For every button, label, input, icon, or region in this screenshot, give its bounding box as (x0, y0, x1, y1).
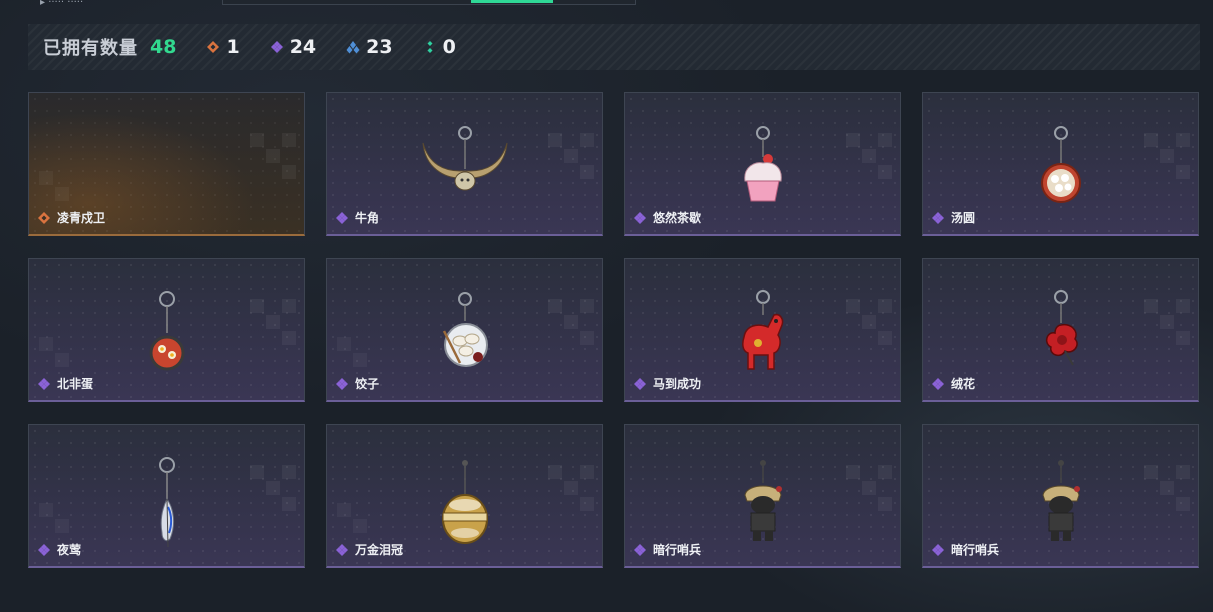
item-card[interactable]: 凌青戍卫 (28, 92, 305, 236)
item-card[interactable]: 北非蛋 (28, 258, 305, 402)
item-label: 凌青戍卫 (37, 209, 105, 226)
item-label: 饺子 (335, 375, 379, 392)
purple-diamond-icon (336, 377, 348, 390)
card-decoration (548, 133, 594, 179)
card-decoration (548, 465, 594, 511)
rarity-stat-blue: 23 (346, 36, 393, 58)
item-label: 牛角 (335, 209, 379, 226)
item-card[interactable]: 夜莺 (28, 424, 305, 568)
item-label: 万金泪冠 (335, 541, 403, 558)
shakshuka-charm-icon (149, 291, 184, 371)
item-label: 暗行哨兵 (633, 541, 701, 558)
card-decoration (1144, 133, 1190, 179)
feather-charm-icon (158, 457, 175, 548)
card-decoration (39, 337, 69, 367)
card-decoration (846, 133, 892, 179)
card-decoration (337, 337, 367, 367)
orange-diamond-icon (38, 211, 50, 224)
orange-diamond-icon (207, 41, 220, 53)
rarity-stat-green: 0 (423, 36, 456, 58)
item-label: 夜莺 (37, 541, 81, 558)
item-name: 北非蛋 (57, 377, 94, 391)
card-decoration (39, 503, 69, 533)
owned-count-label: 已拥有数量 (43, 38, 138, 59)
card-decoration (250, 299, 296, 345)
item-label: 绒花 (931, 375, 975, 392)
card-decoration (1144, 299, 1190, 345)
card-decoration (846, 465, 892, 511)
rarity-count-green: 0 (442, 36, 456, 58)
purple-diamond-icon (932, 377, 944, 390)
rarity-stat-orange: 1 (206, 36, 240, 58)
golden-egg-charm-icon (441, 460, 488, 544)
item-label: 北非蛋 (37, 375, 93, 392)
item-name: 马到成功 (653, 377, 702, 391)
purple-diamond-icon (932, 543, 944, 556)
item-card[interactable]: 万金泪冠 (326, 424, 603, 568)
purple-diamond-icon (270, 41, 283, 53)
velvet-flower-charm-icon (1045, 290, 1078, 366)
item-label: 马到成功 (633, 375, 701, 392)
card-decoration (1144, 465, 1190, 511)
rarity-count-orange: 1 (226, 36, 240, 58)
soldier-charm-icon (743, 460, 782, 541)
rarity-stat-purple: 24 (270, 36, 316, 58)
rarity-count-blue: 23 (366, 36, 393, 58)
item-label: 汤圆 (931, 209, 975, 226)
horn-charm-icon (422, 126, 507, 191)
purple-diamond-icon (38, 377, 50, 390)
purple-diamond-icon (38, 543, 50, 556)
tangyuan-charm-icon (1040, 126, 1081, 203)
item-name: 悠然茶歇 (653, 211, 702, 225)
item-card[interactable]: 暗行哨兵 (624, 424, 901, 568)
item-card[interactable]: 牛角 (326, 92, 603, 236)
item-name: 汤圆 (951, 211, 976, 225)
item-name: 万金泪冠 (355, 543, 404, 557)
purple-diamond-icon (634, 543, 646, 556)
item-card[interactable]: 马到成功 (624, 258, 901, 402)
item-name: 饺子 (355, 377, 380, 391)
item-name: 绒花 (951, 377, 976, 391)
purple-diamond-icon (634, 211, 646, 224)
item-label: 暗行哨兵 (931, 541, 999, 558)
card-decoration (846, 299, 892, 345)
card-decoration (250, 465, 296, 511)
rarity-count-purple: 24 (289, 36, 317, 58)
blue-diamond-icon (346, 41, 360, 54)
item-name: 暗行哨兵 (951, 543, 1000, 557)
soldier-charm-icon (1041, 460, 1080, 541)
item-name: 凌青戍卫 (57, 211, 106, 225)
purple-diamond-icon (932, 211, 944, 224)
green-dots-icon (427, 41, 433, 53)
item-name: 牛角 (355, 211, 380, 225)
owned-count-value: 48 (150, 36, 177, 58)
item-card[interactable]: 绒花 (922, 258, 1199, 402)
item-label: 悠然茶歇 (633, 209, 701, 226)
card-decoration (39, 171, 69, 201)
item-name: 夜莺 (57, 543, 82, 557)
item-card[interactable]: 饺子 (326, 258, 603, 402)
purple-diamond-icon (336, 211, 348, 224)
item-card[interactable]: 悠然茶歇 (624, 92, 901, 236)
card-decoration (250, 133, 296, 179)
item-name: 暗行哨兵 (653, 543, 702, 557)
item-card[interactable]: 汤圆 (922, 92, 1199, 236)
top-truncated-text: ▸ ····· ····· (40, 0, 84, 6)
owned-summary-bar: 已拥有数量 48 1 24 23 0 (28, 24, 1200, 70)
card-decoration (548, 299, 594, 345)
red-horse-charm-icon (741, 290, 783, 370)
purple-diamond-icon (634, 377, 646, 390)
top-tab-bar (222, 0, 636, 5)
active-tab-indicator (471, 0, 553, 3)
card-decoration (337, 503, 367, 533)
cupcake-charm-icon (743, 126, 782, 202)
item-card[interactable]: 暗行哨兵 (922, 424, 1199, 568)
purple-diamond-icon (336, 543, 348, 556)
dumpling-charm-icon (442, 292, 488, 367)
